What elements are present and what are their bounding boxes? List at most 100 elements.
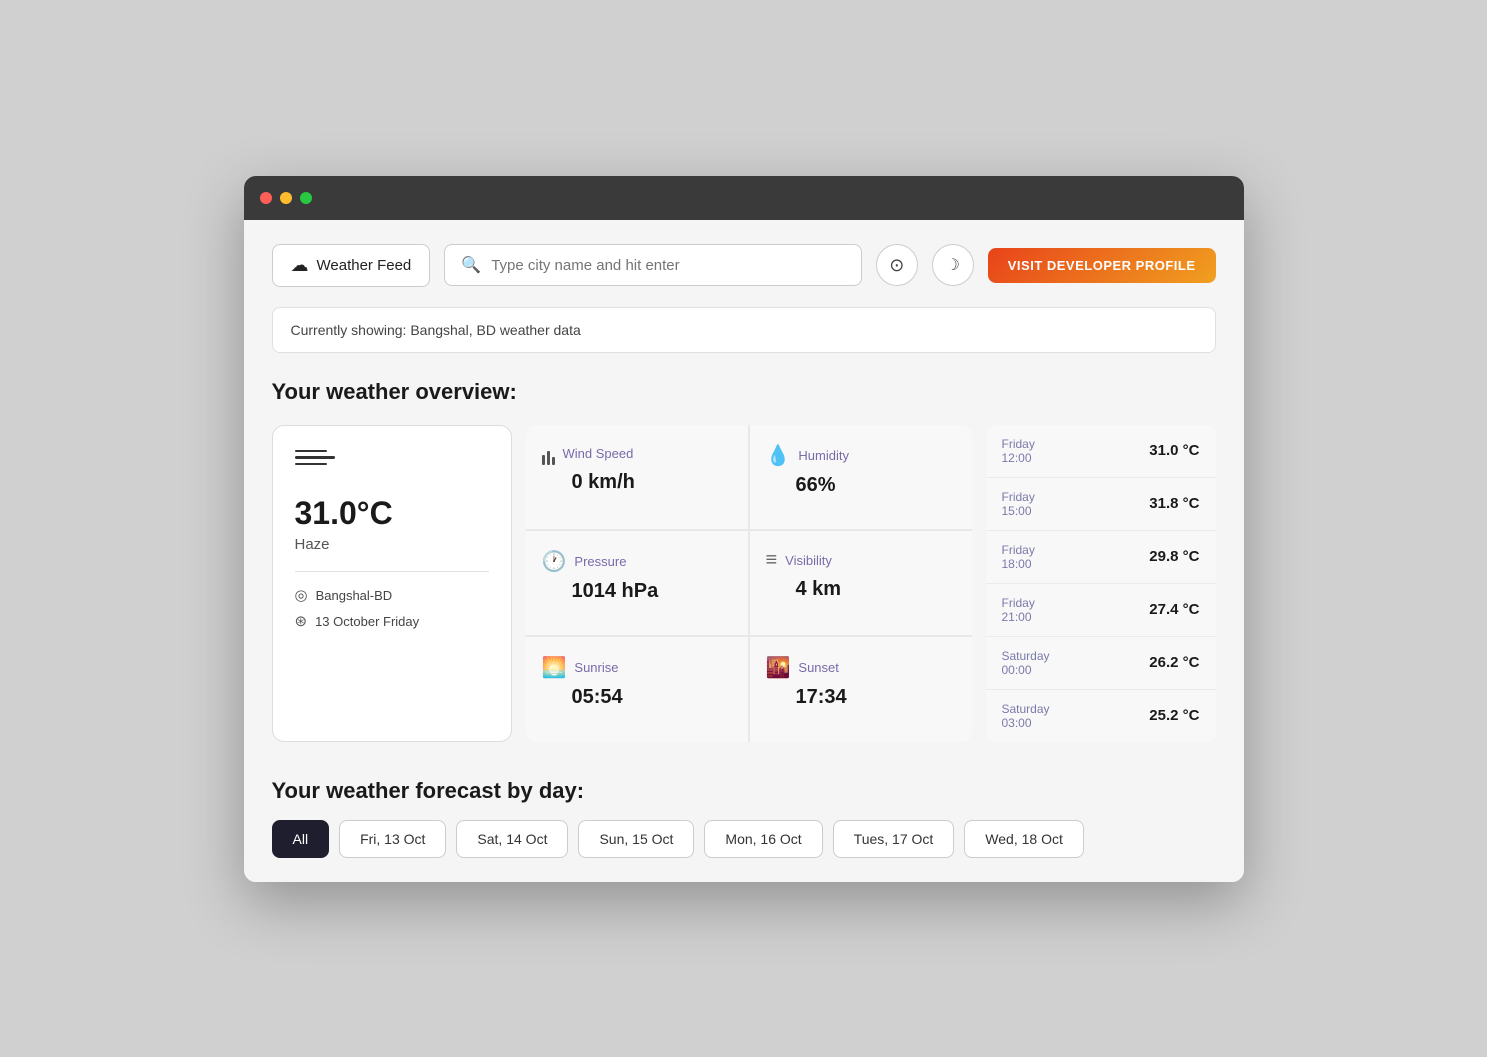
location-text: Bangshal-BD bbox=[316, 588, 393, 603]
day-tab[interactable]: All bbox=[272, 820, 330, 858]
forecast-time: 00:00 bbox=[1002, 663, 1032, 677]
wind-speed-value: 0 km/h bbox=[542, 471, 732, 494]
humidity-header: 💧 Humidity bbox=[766, 443, 956, 468]
forecast-day: Friday bbox=[1002, 490, 1035, 504]
wind-icon bbox=[542, 443, 555, 465]
sunrise-label: Sunrise bbox=[574, 660, 618, 675]
forecast-day: Friday bbox=[1002, 437, 1035, 451]
titlebar bbox=[244, 176, 1244, 220]
day-tab[interactable]: Wed, 18 Oct bbox=[964, 820, 1084, 858]
card-divider bbox=[295, 571, 489, 572]
day-tab[interactable]: Mon, 16 Oct bbox=[704, 820, 822, 858]
sunset-label: Sunset bbox=[798, 660, 838, 675]
weather-grid: 31.0°C Haze ◎ Bangshal-BD ⊛ 13 October F… bbox=[272, 425, 1216, 742]
stats-panel: Wind Speed 0 km/h 💧 Humidity 66% 🕐 bbox=[526, 425, 972, 742]
forecast-side-panel: Friday 12:00 31.0 °C Friday 15:00 31.8 °… bbox=[986, 425, 1216, 742]
forecast-label: Friday 21:00 bbox=[1002, 596, 1035, 624]
main-weather-card: 31.0°C Haze ◎ Bangshal-BD ⊛ 13 October F… bbox=[272, 425, 512, 742]
clock-icon: 🕐 bbox=[542, 549, 567, 574]
forecast-day: Saturday bbox=[1002, 649, 1050, 663]
sunrise-header: 🌅 Sunrise bbox=[542, 655, 732, 680]
location-row: ◎ Bangshal-BD bbox=[295, 586, 489, 604]
close-dot[interactable] bbox=[260, 192, 272, 204]
forecast-row: Friday 15:00 31.8 °C bbox=[986, 478, 1216, 531]
visit-developer-button[interactable]: VISIT DEVELOPER PROFILE bbox=[988, 248, 1216, 283]
day-tab[interactable]: Tues, 17 Oct bbox=[833, 820, 955, 858]
pressure-value: 1014 hPa bbox=[542, 580, 732, 603]
forecast-time: 15:00 bbox=[1002, 504, 1032, 518]
day-tab[interactable]: Sun, 15 Oct bbox=[578, 820, 694, 858]
forecast-label: Friday 15:00 bbox=[1002, 490, 1035, 518]
forecast-time: 03:00 bbox=[1002, 716, 1032, 730]
cloud-icon: ☁ bbox=[291, 255, 309, 276]
brand-button[interactable]: ☁ Weather Feed bbox=[272, 244, 431, 287]
forecast-row: Friday 18:00 29.8 °C bbox=[986, 531, 1216, 584]
forecast-title: Your weather forecast by day: bbox=[272, 778, 1216, 804]
forecast-row: Saturday 03:00 25.2 °C bbox=[986, 690, 1216, 742]
day-tab[interactable]: Fri, 13 Oct bbox=[339, 820, 446, 858]
forecast-temp: 31.0 °C bbox=[1149, 442, 1199, 459]
forecast-label: Saturday 00:00 bbox=[1002, 649, 1050, 677]
forecast-day: Friday bbox=[1002, 596, 1035, 610]
visibility-value: 4 km bbox=[766, 578, 956, 601]
search-input[interactable] bbox=[491, 257, 845, 274]
status-bar: Currently showing: Bangshal, BD weather … bbox=[272, 307, 1216, 353]
calendar-icon: ⊛ bbox=[295, 612, 308, 630]
search-icon: 🔍 bbox=[461, 255, 481, 275]
forecast-row: Friday 21:00 27.4 °C bbox=[986, 584, 1216, 637]
forecast-time: 21:00 bbox=[1002, 610, 1032, 624]
sunset-value: 17:34 bbox=[766, 686, 956, 709]
temperature-value: 31.0°C bbox=[295, 495, 489, 532]
forecast-day: Friday bbox=[1002, 543, 1035, 557]
pressure-cell: 🕐 Pressure 1014 hPa bbox=[526, 531, 748, 635]
forecast-time: 12:00 bbox=[1002, 451, 1032, 465]
forecast-time: 18:00 bbox=[1002, 557, 1032, 571]
forecast-temp: 31.8 °C bbox=[1149, 495, 1199, 512]
maximize-dot[interactable] bbox=[300, 192, 312, 204]
wind-speed-label: Wind Speed bbox=[563, 446, 634, 461]
forecast-day: Saturday bbox=[1002, 702, 1050, 716]
forecast-temp: 27.4 °C bbox=[1149, 601, 1199, 618]
forecast-label: Friday 18:00 bbox=[1002, 543, 1035, 571]
drop-icon: 💧 bbox=[766, 443, 791, 468]
moon-icon: ☽ bbox=[946, 255, 960, 275]
sunset-header: 🌇 Sunset bbox=[766, 655, 956, 680]
forecast-row: Friday 12:00 31.0 °C bbox=[986, 425, 1216, 478]
brand-label: Weather Feed bbox=[317, 257, 412, 274]
forecast-row: Saturday 00:00 26.2 °C bbox=[986, 637, 1216, 690]
date-row: ⊛ 13 October Friday bbox=[295, 612, 489, 630]
haze-icon bbox=[295, 450, 489, 466]
overview-title: Your weather overview: bbox=[272, 379, 1216, 405]
forecast-temp: 29.8 °C bbox=[1149, 548, 1199, 565]
sunrise-value: 05:54 bbox=[542, 686, 732, 709]
sunset-cell: 🌇 Sunset 17:34 bbox=[750, 637, 972, 741]
app-window: ☁ Weather Feed 🔍 ⊙ ☽ VISIT DEVELOPER PRO… bbox=[244, 176, 1244, 882]
search-container: 🔍 bbox=[444, 244, 861, 286]
forecast-label: Saturday 03:00 bbox=[1002, 702, 1050, 730]
wind-speed-cell: Wind Speed 0 km/h bbox=[526, 425, 748, 529]
humidity-label: Humidity bbox=[798, 448, 849, 463]
compass-button[interactable]: ⊙ bbox=[876, 244, 918, 286]
humidity-cell: 💧 Humidity 66% bbox=[750, 425, 972, 529]
compass-icon: ⊙ bbox=[889, 255, 904, 276]
main-content: ☁ Weather Feed 🔍 ⊙ ☽ VISIT DEVELOPER PRO… bbox=[244, 220, 1244, 882]
day-tabs: AllFri, 13 Oct Sat, 14 Oct Sun, 15 Oct Mon,… bbox=[272, 820, 1216, 858]
location-icon: ◎ bbox=[295, 586, 308, 604]
minimize-dot[interactable] bbox=[280, 192, 292, 204]
wind-speed-header: Wind Speed bbox=[542, 443, 732, 465]
navbar: ☁ Weather Feed 🔍 ⊙ ☽ VISIT DEVELOPER PRO… bbox=[272, 244, 1216, 287]
day-tab[interactable]: Sat, 14 Oct bbox=[456, 820, 568, 858]
weather-description: Haze bbox=[295, 536, 489, 553]
status-text: Currently showing: Bangshal, BD weather … bbox=[291, 322, 581, 338]
visibility-header: ≡ Visibility bbox=[766, 549, 956, 572]
pressure-label: Pressure bbox=[574, 554, 626, 569]
sunrise-cell: 🌅 Sunrise 05:54 bbox=[526, 637, 748, 741]
visibility-label: Visibility bbox=[785, 553, 832, 568]
visibility-cell: ≡ Visibility 4 km bbox=[750, 531, 972, 635]
lines-icon: ≡ bbox=[766, 549, 778, 572]
pressure-header: 🕐 Pressure bbox=[542, 549, 732, 574]
sunrise-icon: 🌅 bbox=[542, 655, 567, 680]
forecast-label: Friday 12:00 bbox=[1002, 437, 1035, 465]
forecast-temp: 25.2 °C bbox=[1149, 707, 1199, 724]
theme-button[interactable]: ☽ bbox=[932, 244, 974, 286]
